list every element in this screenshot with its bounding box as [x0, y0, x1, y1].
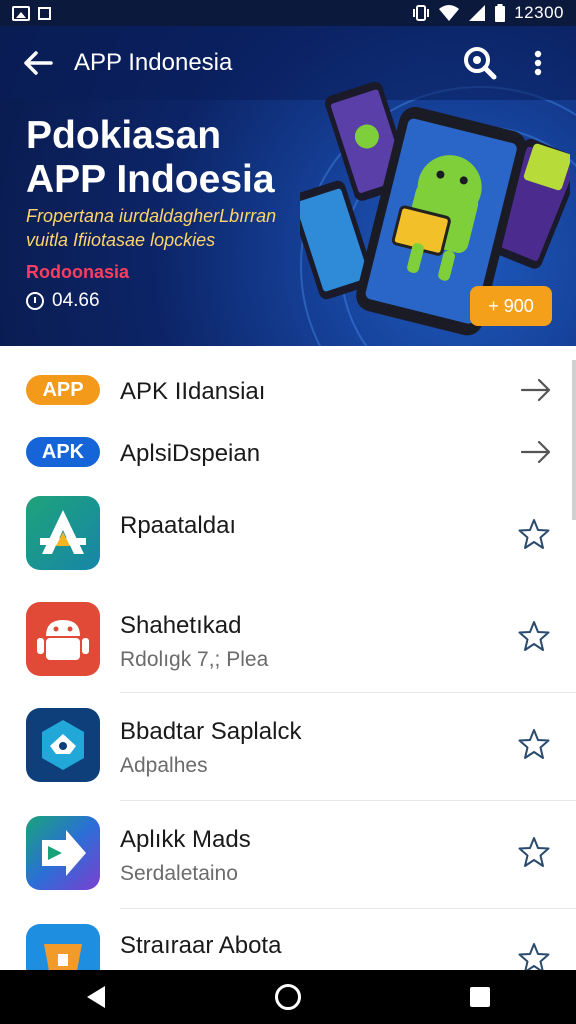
battery-icon	[495, 4, 506, 22]
list-item-title: AplsiDspeian	[120, 440, 261, 467]
arrow-right-icon	[520, 378, 551, 402]
favorite-button[interactable]	[516, 516, 552, 552]
list-item-title: APK IIdansiaı	[120, 378, 266, 405]
status-left	[12, 5, 51, 21]
list-item[interactable]: APK AplsiDspeian	[0, 422, 576, 484]
favorite-button[interactable]	[516, 834, 552, 870]
divider	[120, 800, 576, 801]
nav-back-button[interactable]	[69, 970, 123, 1024]
more-vert-icon	[534, 50, 542, 76]
list-item-title: Aplıkk Mads	[120, 826, 251, 853]
divider	[120, 908, 576, 909]
nav-recent-button[interactable]	[453, 970, 507, 1024]
wifi-icon	[439, 5, 460, 21]
list-item-subtitle: Adpalhes	[120, 754, 208, 777]
list-item[interactable]: Aplıkk Mads Serdaletaino	[0, 814, 576, 910]
hero-subtitle-line: vuitla Ifiiotasae lopckies	[26, 230, 216, 250]
list-item-subtitle: Rdolıgk 7,; Plea	[120, 648, 269, 671]
hero-tag: Rodoonasia	[26, 262, 130, 282]
arrow-right-icon	[520, 440, 551, 464]
favorite-button[interactable]	[516, 618, 552, 654]
nav-recent-icon	[470, 987, 490, 1007]
divider	[120, 692, 576, 693]
hero-subtitle: Fropertana iurdaldagherLbırran vuitla If…	[26, 204, 276, 252]
star-outline-icon	[518, 729, 550, 759]
list-item[interactable]: Bbadtar Saplalck Adpalhes	[0, 706, 576, 802]
list-item-title: Rpaataldaı	[120, 512, 237, 539]
app-pill-badge: APP	[26, 375, 100, 405]
list-item-subtitle: Serdaletaino	[120, 862, 238, 885]
hero-title-line: Pdokiasan	[26, 114, 222, 157]
favorite-button[interactable]	[516, 940, 552, 970]
hero-banner: APP Indonesia Pdokiasan APP Indoesia Fro…	[0, 26, 576, 346]
system-nav-bar	[0, 970, 576, 1024]
hero-title: Pdokiasan APP Indoesia	[26, 114, 275, 202]
hero-subtitle-line: Fropertana iurdaldagherLbırran	[26, 206, 277, 226]
square-icon	[38, 6, 51, 20]
list-item[interactable]: Rpaataldaı	[0, 496, 576, 586]
star-outline-icon	[518, 837, 550, 867]
list-item-title: Bbadtar Saplalck	[120, 718, 302, 745]
hero-meta-value: 04.66	[52, 290, 100, 311]
open-arrow-button[interactable]	[518, 434, 554, 470]
scrollbar[interactable]	[572, 360, 576, 520]
photo-icon	[12, 5, 30, 21]
toolbar-title: APP Indonesia	[74, 49, 233, 76]
status-right: 12300	[412, 3, 564, 23]
nav-back-icon	[87, 986, 105, 1008]
open-arrow-button[interactable]	[518, 372, 554, 408]
hero-title-line: APP Indoesia	[26, 158, 275, 201]
favorite-button[interactable]	[516, 726, 552, 762]
signal-icon	[469, 5, 486, 21]
nav-home-button[interactable]	[261, 970, 315, 1024]
list-item-title: Shahetıkad	[120, 612, 242, 639]
play-arrow-icon	[26, 816, 100, 890]
list-item[interactable]: APP APK IIdansiaı	[0, 360, 576, 422]
android-robot-icon	[26, 602, 100, 676]
star-outline-icon	[518, 943, 550, 970]
star-outline-icon	[518, 621, 550, 651]
hexagon-bird-icon	[26, 708, 100, 782]
list-item-title: Straıraar Abota	[120, 932, 282, 959]
arrow-left-icon	[24, 51, 53, 75]
clock-icon	[26, 292, 44, 310]
app-store-a-icon	[26, 496, 100, 570]
hero-badge-button[interactable]: + 900	[470, 286, 552, 326]
back-button[interactable]	[16, 41, 60, 85]
nav-home-icon	[275, 984, 301, 1010]
search-icon	[464, 47, 497, 80]
list-item[interactable]: Shahetıkad Rdolıgk 7,; Plea	[0, 598, 576, 694]
star-outline-icon	[518, 519, 550, 549]
list-item[interactable]: Straıraar Abota	[0, 922, 576, 970]
status-bar: 12300	[0, 0, 576, 26]
package-icon	[26, 924, 100, 970]
hero-meta: 04.66	[26, 290, 100, 312]
vibrate-icon	[413, 5, 430, 21]
status-time: 12300	[514, 3, 564, 22]
app-pill-badge: APK	[26, 437, 100, 467]
